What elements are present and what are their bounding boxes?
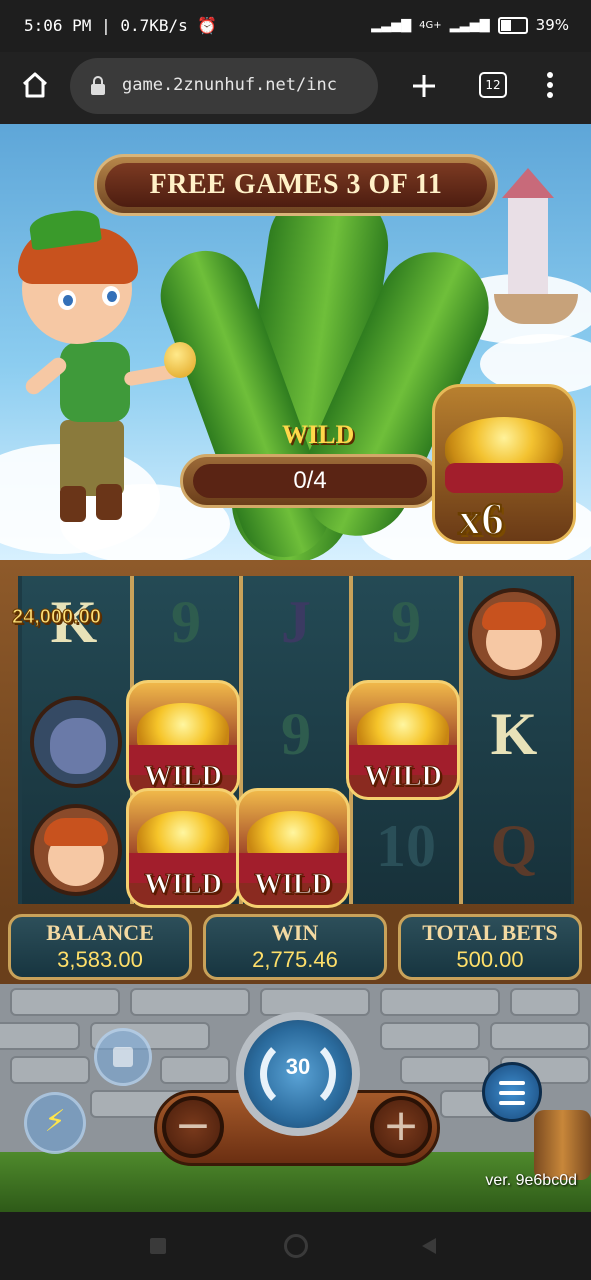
character-boot: [60, 486, 86, 522]
new-tab-icon[interactable]: [410, 72, 438, 100]
lock-icon: [91, 76, 105, 95]
version-label: ver. 9e6bc0d: [485, 1172, 577, 1189]
battery-percent: 39%: [535, 16, 569, 34]
free-games-banner: FREE GAMES 3 OF 11: [94, 154, 498, 216]
balance-value: 3,583.00: [57, 947, 143, 972]
symbol-9: 9: [171, 589, 201, 655]
spins-remaining: 30: [285, 1054, 311, 1079]
total-bets-label: TOTAL BETS: [422, 920, 558, 945]
total-bets-value: 500.00: [456, 947, 524, 972]
character-eye: [102, 286, 120, 306]
alarm-icon: ⏰: [197, 16, 218, 35]
castle-tower: [508, 194, 548, 304]
spin-button[interactable]: 30: [236, 1012, 360, 1136]
symbol-9: 9: [391, 589, 421, 655]
increase-bet-button[interactable]: +: [370, 1096, 432, 1158]
free-games-text: FREE GAMES 3 OF 11: [105, 163, 487, 207]
browser-toolbar: game.2znunhuf.net/inc 12: [0, 52, 591, 124]
recents-button[interactable]: [150, 1238, 166, 1254]
balance-label: BALANCE: [46, 920, 154, 945]
castle-roof: [502, 168, 554, 198]
character-body: [60, 342, 130, 422]
symbol-10: 10: [376, 813, 436, 879]
win-amount-label: 24,000.00: [12, 606, 102, 629]
symbol-ogre-portrait: [30, 696, 122, 788]
wild-multiplier: x6: [457, 492, 505, 545]
status-bar: 5:06 PM | 0.7KB/s ⏰ ▂▃▅▇ 4G+ ▂▃▅▇ 39%: [0, 0, 591, 52]
wild-collector-progress: 0/4: [193, 464, 427, 498]
character-eye: [58, 290, 76, 310]
wild-symbol: WILD: [236, 788, 350, 908]
wild-symbol: WILD: [126, 788, 240, 908]
more-menu-icon[interactable]: [544, 70, 556, 100]
wild-symbol: WILD: [346, 680, 460, 800]
home-nav-button[interactable]: [284, 1234, 308, 1258]
lightning-icon: ⚡: [44, 1104, 66, 1139]
url-bar[interactable]: game.2znunhuf.net/inc: [70, 58, 378, 114]
status-time-speed: 5:06 PM | 0.7KB/s ⏰: [24, 16, 218, 35]
balance-panel: BALANCE 3,583.00: [8, 914, 192, 980]
wild-collector-label: WILD: [282, 420, 355, 449]
golden-egg: [164, 342, 196, 378]
barrel: [534, 1110, 591, 1180]
url-text: game.2znunhuf.net/inc: [122, 75, 337, 95]
win-label: WIN: [271, 920, 319, 945]
wild-collector-bar: 0/4: [180, 454, 440, 508]
symbol-jack-portrait: [468, 588, 560, 680]
turbo-button[interactable]: ⚡: [24, 1092, 86, 1154]
game-canvas[interactable]: FREE GAMES 3 OF 11 WILD 0/4 x6 K 9 J 9 W…: [0, 124, 591, 1212]
win-value: 2,775.46: [252, 947, 338, 972]
symbol-j: J: [281, 589, 311, 655]
status-icons: ▂▃▅▇ 4G+ ▂▃▅▇ 39%: [371, 16, 569, 34]
symbol-jack-portrait: [30, 804, 122, 896]
symbol-q: Q: [490, 813, 538, 879]
total-bets-panel: TOTAL BETS 500.00: [398, 914, 582, 980]
wild-pot-frame: [432, 384, 576, 544]
signal-icon: ▂▃▅▇: [371, 17, 412, 33]
symbol-k: K: [490, 701, 538, 767]
android-nav-bar: [0, 1212, 591, 1280]
home-icon[interactable]: [20, 70, 50, 100]
network-type: 4G+: [419, 19, 442, 31]
tab-switcher-button[interactable]: 12: [479, 72, 507, 98]
pot-cloth: [445, 463, 563, 493]
symbol-9: 9: [281, 701, 311, 767]
signal-icon-2: ▂▃▅▇: [449, 17, 490, 33]
menu-button[interactable]: [482, 1062, 542, 1122]
autoplay-button[interactable]: [94, 1028, 152, 1086]
win-panel: WIN 2,775.46: [203, 914, 387, 980]
battery-icon: [497, 16, 528, 34]
back-button[interactable]: [420, 1236, 438, 1256]
wild-symbol: WILD: [126, 680, 240, 800]
decrease-bet-button[interactable]: −: [162, 1096, 224, 1158]
character-boot: [96, 484, 122, 520]
